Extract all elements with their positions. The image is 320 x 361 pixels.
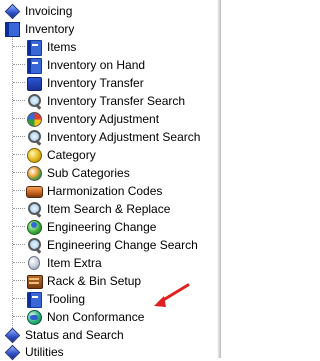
tree-node-label: Invoicing <box>25 4 73 18</box>
book-icon <box>26 39 42 56</box>
globe-icon <box>26 309 42 325</box>
tree-node-invoicing[interactable]: Invoicing <box>4 2 73 20</box>
tree-item-rack-bin-setup[interactable]: Rack & Bin Setup <box>26 272 142 290</box>
color-wheel-icon <box>26 111 42 127</box>
tree-connector <box>13 244 25 245</box>
tree-connector <box>13 64 25 65</box>
tree-node-utilities[interactable]: Utilities <box>4 343 65 361</box>
tree-item-tooling[interactable]: Tooling <box>26 290 86 308</box>
capsule-icon <box>26 183 43 199</box>
tree-item-label: Inventory on Hand <box>47 58 146 72</box>
tree-item-inventory-adjustment[interactable]: Inventory Adjustment <box>26 110 160 128</box>
magnifier-icon <box>26 237 42 253</box>
tree-connector <box>13 280 25 281</box>
tree-item-harmonization-codes[interactable]: Harmonization Codes <box>26 182 163 200</box>
tree-item-inventory-transfer-search[interactable]: Inventory Transfer Search <box>26 92 186 110</box>
tree-connector <box>13 82 25 83</box>
tree-item-label: Inventory Adjustment Search <box>47 130 201 144</box>
window-border <box>217 0 221 358</box>
tree-node-label: Status and Search <box>25 328 124 342</box>
magnifier-icon <box>26 201 42 217</box>
tree-node-label: Inventory <box>25 22 75 36</box>
tree-connector <box>13 154 25 155</box>
annotation-arrow <box>154 283 190 307</box>
tree-item-non-conformance[interactable]: Non Conformance <box>26 308 145 326</box>
diamond-icon <box>4 327 20 343</box>
globe-icon <box>26 219 42 235</box>
tree-item-label: Harmonization Codes <box>47 184 163 198</box>
tree-item-engineering-change-search[interactable]: Engineering Change Search <box>26 236 199 254</box>
tree-item-label: Item Extra <box>47 256 102 270</box>
tree-item-item-extra[interactable]: Item Extra <box>26 254 103 272</box>
tree-connector <box>13 316 25 317</box>
tree-item-label: Inventory Transfer <box>47 76 144 90</box>
tree-connector <box>13 298 25 299</box>
tree-guide-line <box>12 36 13 336</box>
tree-connector <box>13 190 25 191</box>
tree-item-label: Engineering Change Search <box>47 238 198 252</box>
folder-icon <box>26 75 42 91</box>
tree-node-status-and-search[interactable]: Status and Search <box>4 326 125 344</box>
tree-item-label: Items <box>47 40 77 54</box>
tree-connector <box>13 46 25 47</box>
tree-connector <box>13 100 25 101</box>
tree-connector <box>13 262 25 263</box>
pin-icon <box>26 255 42 271</box>
book-icon <box>26 57 42 74</box>
tree-node-inventory[interactable]: Inventory <box>4 20 75 38</box>
tree-item-inventory-adjustment-search[interactable]: Inventory Adjustment Search <box>26 128 201 146</box>
diamond-icon <box>4 3 20 19</box>
tree-item-label: Category <box>47 148 96 162</box>
tree-connector <box>13 136 25 137</box>
tree-connector <box>13 208 25 209</box>
magnifier-icon <box>26 129 42 145</box>
sphere-icon <box>26 165 42 181</box>
rack-icon <box>26 273 43 289</box>
navigation-tree: Invoicing Inventory Items Inventory on H… <box>0 0 221 361</box>
tree-item-label: Sub Categories <box>47 166 130 180</box>
tree-item-label: Inventory Transfer Search <box>47 94 186 108</box>
tree-item-inventory-on-hand[interactable]: Inventory on Hand <box>26 56 146 74</box>
tree-item-label: Non Conformance <box>47 310 145 324</box>
tree-item-label: Tooling <box>47 292 86 306</box>
tree-connector <box>13 226 25 227</box>
sphere-icon <box>26 147 42 163</box>
book-icon <box>4 21 20 37</box>
tree-item-category[interactable]: Category <box>26 146 97 164</box>
tree-item-inventory-transfer[interactable]: Inventory Transfer <box>26 74 145 92</box>
tree-item-items[interactable]: Items <box>26 38 77 56</box>
tree-item-label: Engineering Change <box>47 220 157 234</box>
tree-item-item-search-replace[interactable]: Item Search & Replace <box>26 200 171 218</box>
book-icon <box>26 291 42 308</box>
tree-item-label: Inventory Adjustment <box>47 112 160 126</box>
tree-item-engineering-change[interactable]: Engineering Change <box>26 218 157 236</box>
tree-item-label: Item Search & Replace <box>47 202 171 216</box>
tree-connector <box>13 118 25 119</box>
tree-connector <box>13 172 25 173</box>
tree-item-label: Rack & Bin Setup <box>47 274 142 288</box>
tree-item-sub-categories[interactable]: Sub Categories <box>26 164 131 182</box>
magnifier-icon <box>26 93 42 109</box>
